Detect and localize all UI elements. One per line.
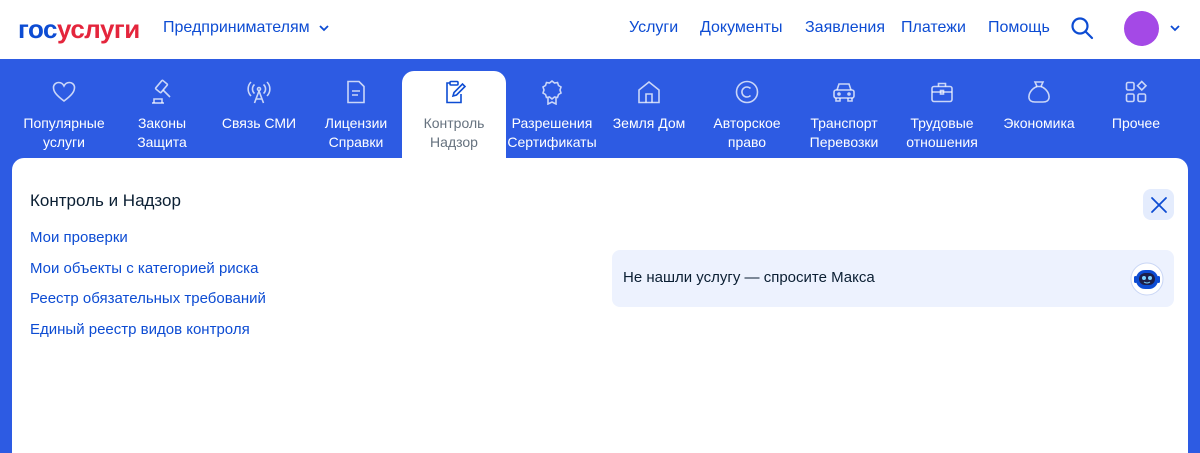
grid-icon <box>1125 80 1148 103</box>
link-control-types-registry[interactable]: Единый реестр видов контроля <box>30 320 250 340</box>
nav-applications[interactable]: Заявления <box>805 18 885 38</box>
car-icon <box>833 83 855 102</box>
category-economy[interactable]: Экономика <box>987 71 1091 158</box>
category-label: Связь СМИ <box>221 115 297 131</box>
house-icon <box>638 80 660 104</box>
segment-selector[interactable]: Предпринимателям <box>163 18 330 38</box>
category-label: Авторское право <box>713 115 781 150</box>
logo-part-gos: гос <box>18 14 58 44</box>
category-tabs: Популярные услуги Законы Защита Связь СМ… <box>0 59 1200 158</box>
close-button[interactable] <box>1143 189 1174 220</box>
copyright-icon <box>735 80 759 104</box>
chevron-down-icon <box>318 25 329 32</box>
search-icon[interactable] <box>1069 15 1095 41</box>
category-land[interactable]: Земля Дом <box>597 71 701 158</box>
category-label: Законы Защита <box>137 115 187 150</box>
antenna-icon <box>247 81 271 104</box>
panel-title: Контроль и Надзор <box>30 191 181 210</box>
nav-services[interactable]: Услуги <box>629 18 678 38</box>
category-label: Лицензии Справки <box>324 115 388 150</box>
avatar[interactable] <box>1124 11 1159 46</box>
link-mandatory-requirements[interactable]: Реестр обязательных требований <box>30 289 266 309</box>
category-label: Экономика <box>1003 115 1075 131</box>
category-label: Транспорт Перевозки <box>809 115 879 150</box>
category-laws[interactable]: Законы Защита <box>110 71 214 158</box>
category-label: Земля Дом <box>612 115 686 131</box>
category-panel: Контроль и Надзор Мои проверки Мои объек… <box>12 158 1188 453</box>
document-icon <box>347 80 365 104</box>
nav-documents[interactable]: Документы <box>700 18 782 38</box>
category-label: Трудовые отношения <box>906 115 978 150</box>
ask-max-banner[interactable]: Не нашли услугу — спросите Макса <box>612 250 1174 307</box>
nav-payments[interactable]: Платежи <box>901 18 966 38</box>
nav-help[interactable]: Помощь <box>988 18 1050 38</box>
money-bag-icon <box>1028 81 1050 103</box>
category-other[interactable]: Прочее <box>1084 71 1188 158</box>
briefcase-icon <box>931 82 953 103</box>
gosuslugi-logo[interactable]: госуслуги <box>18 14 140 44</box>
link-my-inspections[interactable]: Мои проверки <box>30 228 128 248</box>
logo-part-uslugi: услуги <box>57 14 140 44</box>
category-permits[interactable]: Разрешения Сертификаты <box>500 71 604 158</box>
category-labor[interactable]: Трудовые отношения <box>890 71 994 158</box>
heart-icon <box>52 81 76 103</box>
category-label: Прочее <box>1111 115 1161 131</box>
rosette-icon <box>542 79 562 105</box>
link-risk-objects[interactable]: Мои объекты с категорией риска <box>30 259 258 279</box>
category-label: Контроль Надзор <box>423 115 485 150</box>
category-copyright[interactable]: Авторское право <box>695 71 799 158</box>
category-transport[interactable]: Транспорт Перевозки <box>792 71 896 158</box>
category-label: Популярные услуги <box>23 115 105 150</box>
category-licenses[interactable]: Лицензии Справки <box>304 71 408 158</box>
profile-chevron-icon[interactable] <box>1169 22 1181 34</box>
category-popular[interactable]: Популярные услуги <box>12 71 116 158</box>
clipboard-edit-icon <box>446 80 467 104</box>
category-label: Разрешения Сертификаты <box>507 115 597 150</box>
ask-max-text: Не нашли услугу — спросите Макса <box>623 269 875 286</box>
gavel-icon <box>152 79 171 104</box>
segment-label: Предпринимателям <box>163 19 310 36</box>
robot-assistant-icon <box>1130 262 1164 296</box>
category-media[interactable]: Связь СМИ <box>207 71 311 158</box>
close-icon <box>1150 196 1167 213</box>
category-control[interactable]: Контроль Надзор <box>402 71 506 158</box>
top-header: госуслуги Предпринимателям Услуги Докуме… <box>0 0 1200 59</box>
